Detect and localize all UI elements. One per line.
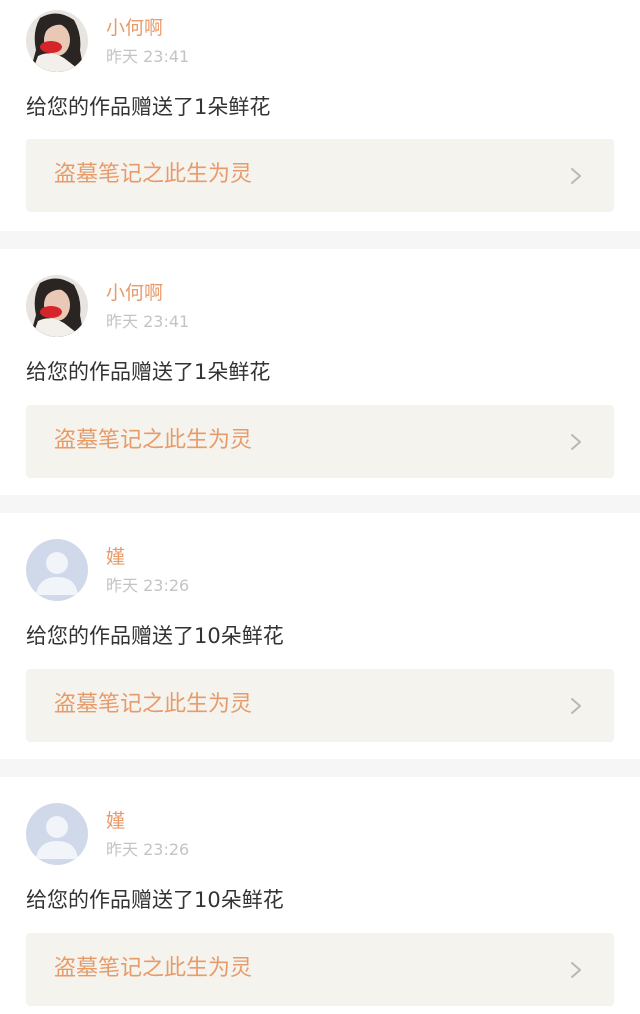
work-link-card[interactable]: 盗墓笔记之此生为灵 [26, 669, 614, 742]
divider [0, 759, 640, 777]
timestamp: 昨天 23:26 [106, 840, 190, 859]
work-title: 盗墓笔记之此生为灵 [54, 956, 253, 981]
chevron-right-icon [571, 962, 581, 978]
divider [0, 495, 640, 513]
username[interactable]: 小何啊 [106, 16, 163, 40]
user-avatar[interactable] [26, 803, 88, 865]
notification-message: 给您的作品赠送了1朵鲜花 [26, 360, 271, 384]
work-title: 盗墓笔记之此生为灵 [54, 428, 253, 453]
notification-card: 嫤 昨天 23:26 给您的作品赠送了10朵鲜花 盗墓笔记之此生为灵 [0, 513, 640, 744]
username[interactable]: 小何啊 [106, 281, 163, 305]
notification-card: 小何啊 昨天 23:41 给您的作品赠送了1朵鲜花 盗墓笔记之此生为灵 [0, 0, 640, 231]
username[interactable]: 嫤 [106, 809, 125, 833]
timestamp: 昨天 23:26 [106, 576, 190, 595]
work-link-card[interactable]: 盗墓笔记之此生为灵 [26, 139, 614, 212]
divider [0, 231, 640, 249]
notification-message: 给您的作品赠送了10朵鲜花 [26, 624, 284, 648]
chevron-right-icon [571, 698, 581, 714]
user-avatar[interactable] [26, 275, 88, 337]
photo-avatar-icon [26, 10, 88, 72]
chevron-right-icon [571, 434, 581, 450]
work-link-card[interactable]: 盗墓笔记之此生为灵 [26, 933, 614, 1006]
notification-feed: 小何啊 昨天 23:41 给您的作品赠送了1朵鲜花 盗墓笔记之此生为灵 小何啊 … [0, 0, 640, 1014]
chevron-right-icon [571, 168, 581, 184]
timestamp: 昨天 23:41 [106, 312, 190, 331]
work-link-card[interactable]: 盗墓笔记之此生为灵 [26, 405, 614, 478]
work-title: 盗墓笔记之此生为灵 [54, 692, 253, 717]
work-title: 盗墓笔记之此生为灵 [54, 162, 253, 187]
default-avatar-icon [26, 539, 88, 601]
user-avatar[interactable] [26, 10, 88, 72]
username[interactable]: 嫤 [106, 545, 125, 569]
default-avatar-icon [26, 803, 88, 865]
notification-card: 小何啊 昨天 23:41 给您的作品赠送了1朵鲜花 盗墓笔记之此生为灵 [0, 249, 640, 480]
timestamp: 昨天 23:41 [106, 47, 190, 66]
notification-message: 给您的作品赠送了10朵鲜花 [26, 888, 284, 912]
notification-card: 嫤 昨天 23:26 给您的作品赠送了10朵鲜花 盗墓笔记之此生为灵 [0, 777, 640, 1014]
user-avatar[interactable] [26, 539, 88, 601]
photo-avatar-icon [26, 275, 88, 337]
notification-message: 给您的作品赠送了1朵鲜花 [26, 95, 271, 119]
